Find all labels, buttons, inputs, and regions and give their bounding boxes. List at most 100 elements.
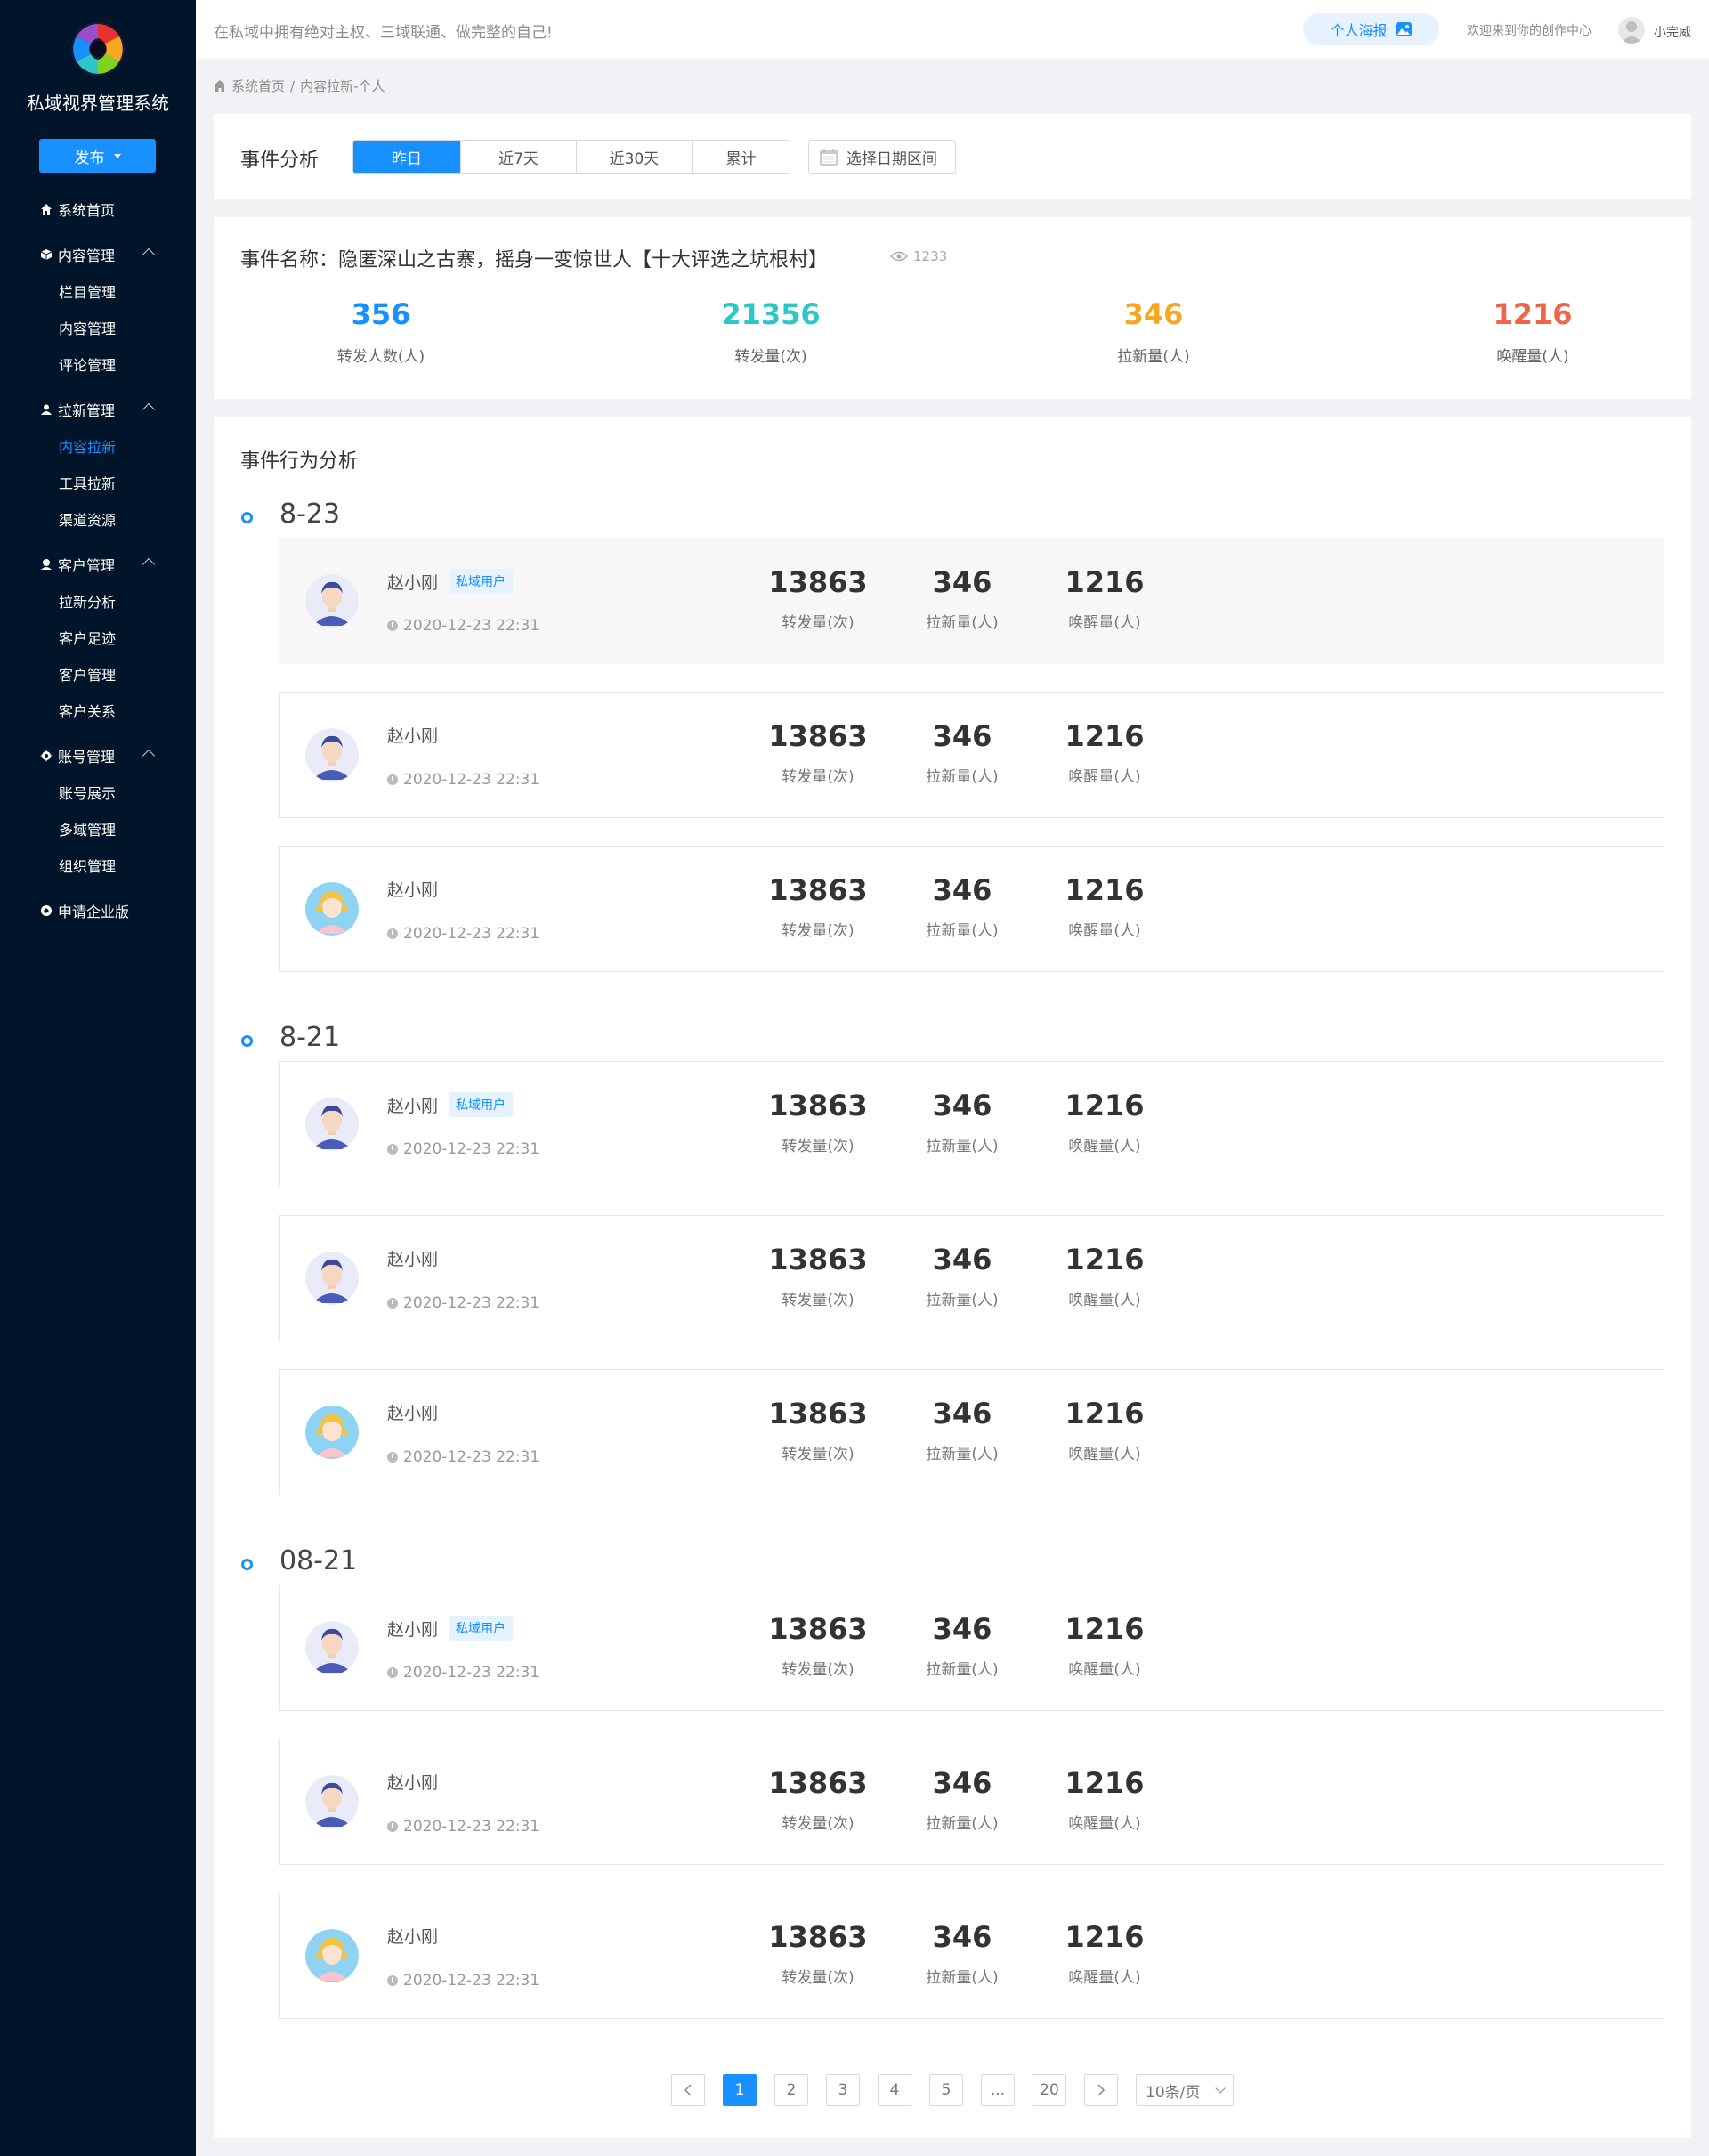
row-stat-wake: 1216 唤醒量(人)	[1025, 719, 1185, 786]
behavior-row[interactable]: 赵小刚 私域用户 2020-12-23 22:31 13863 转发量(次) 346 拉新量…	[279, 1061, 1664, 1187]
stat-label: 拉新量(人)	[926, 1292, 999, 1309]
row-stat-forward: 13863 转发量(次)	[738, 1766, 898, 1833]
page-1[interactable]: 1	[723, 2074, 757, 2106]
sidebar-item-channels[interactable]: 渠道资源	[0, 500, 196, 537]
menu-group-accounts[interactable]: 账号管理	[0, 737, 196, 774]
page-4[interactable]: 4	[878, 2074, 911, 2106]
cube-icon	[39, 247, 53, 262]
behavior-row[interactable]: 赵小刚 2020-12-23 22:31 13863 转发量(次) 346 拉新量(人) 1…	[279, 1215, 1664, 1341]
stat-label: 转发量(次)	[782, 1969, 854, 1987]
sidebar-item-tool-acquisition[interactable]: 工具拉新	[0, 464, 196, 500]
timestamp: 2020-12-23 22:31	[403, 1664, 540, 1682]
publish-button[interactable]: 发布	[39, 139, 156, 173]
enterprise-icon	[39, 904, 53, 918]
publish-label: 发布	[74, 149, 105, 167]
timeline-date: 8-23	[279, 498, 341, 530]
row-stat-forward: 13863 转发量(次)	[738, 1089, 898, 1155]
sidebar-item-content-acquisition[interactable]: 内容拉新	[0, 427, 196, 464]
behavior-row[interactable]: 赵小刚 私域用户 2020-12-23 22:31 13863 转发量(次) 346 拉新量…	[279, 538, 1664, 664]
sidebar-item-customer-footprint[interactable]: 客户足迹	[0, 619, 196, 655]
timestamp: 2020-12-23 22:31	[403, 617, 540, 635]
range-30days[interactable]: 近30天	[576, 141, 692, 173]
behavior-row[interactable]: 赵小刚 2020-12-23 22:31 13863 转发量(次) 346 拉新量(人) 1…	[279, 692, 1664, 818]
behavior-title: 事件行为分析	[240, 450, 359, 473]
stat-value: 13863	[768, 1766, 868, 1800]
page-2[interactable]: 2	[774, 2074, 808, 2106]
personal-poster-button[interactable]: 个人海报	[1303, 13, 1439, 45]
user-name-line: 赵小刚	[387, 1924, 438, 1948]
row-stat-new: 346 拉新量(人)	[882, 1920, 1042, 1987]
menu-group-acquisition[interactable]: 拉新管理	[0, 391, 196, 427]
username[interactable]: 小完威	[1654, 23, 1691, 41]
chevron-down-icon	[1215, 2083, 1226, 2094]
stat-label: 拉新量(人)	[926, 1815, 999, 1833]
stat-label: 唤醒量(人)	[1068, 1815, 1141, 1833]
range-yesterday[interactable]: 昨日	[353, 141, 460, 173]
stat-value: 346	[932, 565, 992, 599]
user-name: 赵小刚	[387, 1404, 439, 1423]
welcome-text: 欢迎来到你的创作中心	[1467, 24, 1592, 38]
view-count-value: 1233	[913, 248, 948, 264]
page-size-select[interactable]: 10条/页	[1136, 2074, 1234, 2106]
app-logo	[71, 22, 125, 76]
sidebar-item-columns[interactable]: 栏目管理	[0, 272, 196, 309]
stat-value: 1216	[1065, 1766, 1145, 1800]
sidebar-item-organization[interactable]: 组织管理	[0, 847, 196, 883]
sidebar-item-customer-relations[interactable]: 客户关系	[0, 692, 196, 728]
clock-icon	[387, 1452, 398, 1463]
stat-label: 唤醒量(人)	[1496, 348, 1569, 366]
user-name: 赵小刚	[387, 1250, 439, 1269]
menu-group-content[interactable]: 内容管理	[0, 236, 196, 272]
side-menu: 系统首页 内容管理 栏目管理 内容管理 评论管理 拉新管理 内容拉新 工具拉新 …	[0, 190, 196, 928]
menu-item-home[interactable]: 系统首页	[0, 190, 196, 227]
pagination: 1 2 3 4 5 ... 20 10条/页	[671, 2074, 1234, 2106]
row-stat-wake: 1216 唤醒量(人)	[1025, 1243, 1185, 1309]
stat-label: 转发量(次)	[782, 1815, 854, 1833]
page-ellipsis[interactable]: ...	[981, 2074, 1015, 2106]
page-3[interactable]: 3	[826, 2074, 860, 2106]
next-page-button[interactable]	[1084, 2074, 1118, 2106]
sidebar-item-account-display[interactable]: 账号展示	[0, 774, 196, 810]
behavior-row[interactable]: 赵小刚 私域用户 2020-12-23 22:31 13863 转发量(次) 346 拉新量…	[279, 1585, 1664, 1711]
stat-label: 拉新量(人)	[926, 1969, 999, 1987]
user-tag: 私域用户	[449, 569, 514, 594]
row-stat-wake: 1216 唤醒量(人)	[1025, 1920, 1185, 1987]
stat-value: 346	[1123, 297, 1184, 331]
image-icon	[1395, 22, 1412, 36]
behavior-row[interactable]: 赵小刚 2020-12-23 22:31 13863 转发量(次) 346 拉新量(人) 1…	[279, 1369, 1664, 1495]
row-stat-forward: 13863 转发量(次)	[738, 873, 898, 940]
row-stat-forward: 13863 转发量(次)	[738, 719, 898, 786]
stat-value: 1216	[1065, 1243, 1145, 1277]
user-avatar[interactable]	[1618, 17, 1645, 44]
row-stat-new: 346 拉新量(人)	[882, 873, 1042, 940]
breadcrumb-home[interactable]: 系统首页	[231, 77, 285, 95]
behavior-row[interactable]: 赵小刚 2020-12-23 22:31 13863 转发量(次) 346 拉新量(人) 1…	[279, 846, 1664, 972]
sidebar-item-multi-domain[interactable]: 多域管理	[0, 810, 196, 847]
stat-label: 转发量(次)	[782, 922, 854, 940]
chevron-up-icon	[142, 247, 156, 262]
timestamp: 2020-12-23 22:31	[403, 925, 540, 943]
stat-label: 转发量(次)	[782, 1446, 854, 1463]
page-5[interactable]: 5	[929, 2074, 963, 2106]
behavior-row[interactable]: 赵小刚 2020-12-23 22:31 13863 转发量(次) 346 拉新量(人) 1…	[279, 1739, 1664, 1865]
event-summary: 事件名称：隐匿深山之古寨，摇身一变惊世人【十大评选之坑根村】 1233 356 …	[214, 217, 1691, 399]
page-20[interactable]: 20	[1033, 2074, 1066, 2106]
prev-page-button[interactable]	[671, 2074, 705, 2106]
behavior-row[interactable]: 赵小刚 2020-12-23 22:31 13863 转发量(次) 346 拉新量(人) 1…	[279, 1893, 1664, 2019]
date-range-picker[interactable]: 选择日期区间	[808, 140, 956, 174]
filter-title: 事件分析	[240, 150, 320, 172]
user-avatar	[305, 1929, 359, 1982]
user-name: 赵小刚	[387, 1927, 439, 1947]
menu-group-customers[interactable]: 客户管理	[0, 546, 196, 582]
menu-item-enterprise[interactable]: 申请企业版	[0, 892, 196, 928]
stat-label: 唤醒量(人)	[1068, 1661, 1141, 1679]
sidebar-item-comments[interactable]: 评论管理	[0, 345, 196, 382]
range-cumulative[interactable]: 累计	[692, 141, 790, 173]
sidebar-item-customer-management[interactable]: 客户管理	[0, 655, 196, 692]
stat-forward-count: 21356 转发量(次)	[664, 297, 878, 366]
stat-value: 346	[932, 1766, 992, 1800]
sidebar-item-acquisition-analysis[interactable]: 拉新分析	[0, 582, 196, 619]
sidebar-item-content[interactable]: 内容管理	[0, 309, 196, 345]
user-name-line: 赵小刚 私域用户	[387, 1616, 514, 1641]
range-7days[interactable]: 近7天	[460, 141, 576, 173]
